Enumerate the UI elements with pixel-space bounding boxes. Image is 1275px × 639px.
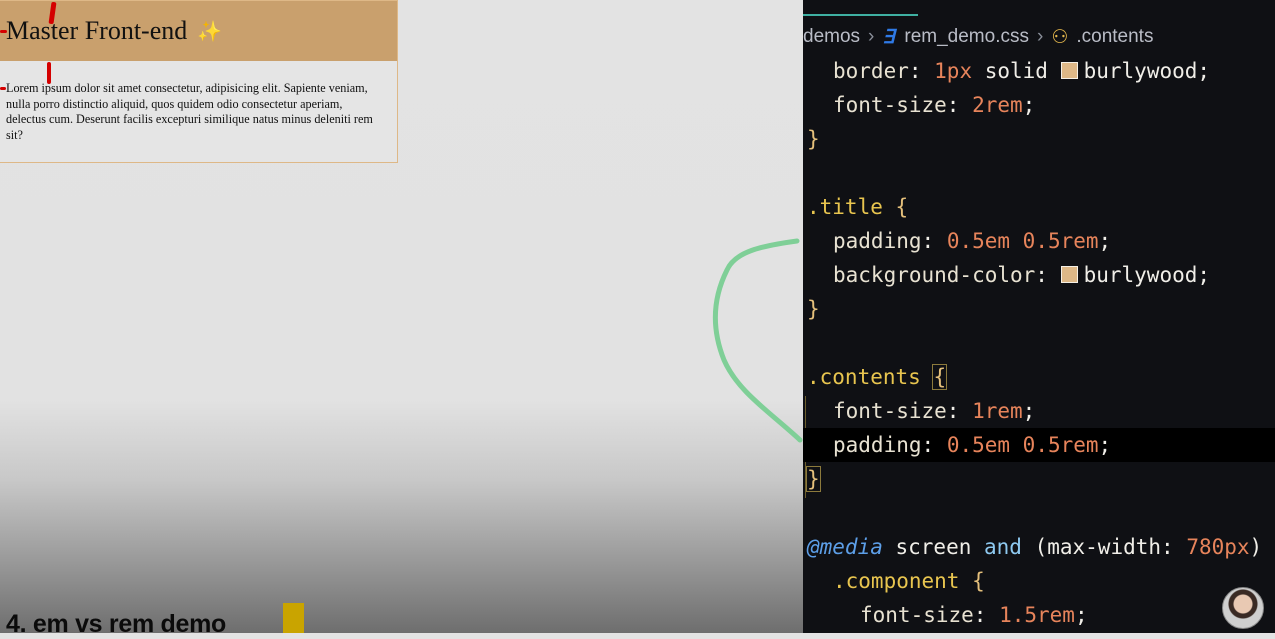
code-line: .contents { [807, 364, 948, 390]
symbol-class-icon: ⚇ [1051, 26, 1069, 48]
title-text: Master Front-end [6, 16, 188, 45]
caption-accent-bar [283, 603, 304, 633]
color-swatch[interactable] [1060, 266, 1078, 283]
breadcrumb-folder[interactable]: demos [803, 26, 860, 48]
sparkle-icon: ✨ [197, 20, 223, 43]
code-area[interactable]: border: 1px solid burlywood; font-size: … [803, 54, 1275, 632]
active-tab-indicator [803, 14, 918, 16]
code-editor[interactable]: demos › ∃ rem_demo.css › ⚇ .contents bor… [803, 0, 1275, 633]
chevron-right-icon: › [1036, 26, 1044, 47]
contents-paragraph: Lorem ipsum dolor sit amet consectetur, … [6, 81, 373, 142]
red-pen-mark [47, 62, 51, 84]
chevron-right-icon: › [868, 26, 875, 47]
code-line: font-size: 1.5rem; [860, 603, 1088, 627]
code-line: font-size: 2rem; [833, 93, 1036, 117]
browser-preview: Master Front-end ✨ Lorem ipsum dolor sit… [0, 0, 803, 638]
breadcrumb: demos › ∃ rem_demo.css › ⚇ .contents [803, 24, 1153, 50]
slide-caption: 4. em vs rem demo [6, 610, 227, 638]
code-line: .title { [807, 195, 909, 219]
red-pen-mark [0, 30, 7, 33]
code-line-current: padding: 0.5em 0.5rem; [803, 428, 1275, 462]
code-line: } [803, 462, 1275, 496]
code-line: border: 1px solid burlywood; [833, 59, 1211, 83]
code-line: } [807, 297, 820, 321]
component-card: Master Front-end ✨ Lorem ipsum dolor sit… [0, 0, 398, 163]
color-swatch[interactable] [1060, 62, 1078, 79]
code-line: .component { [833, 569, 985, 593]
css-icon: ∃ [882, 26, 895, 48]
code-line: padding: 0.5em 0.5rem; [833, 229, 1112, 253]
code-line: } [807, 127, 820, 151]
matched-brace: } [806, 466, 821, 492]
code-line: background-color: burlywood; [833, 263, 1211, 287]
matched-brace: { [932, 364, 948, 390]
presenter-avatar [1222, 587, 1264, 629]
breadcrumb-file[interactable]: rem_demo.css [904, 26, 1029, 48]
code-line: font-size: 1rem; [833, 399, 1036, 423]
breadcrumb-symbol[interactable]: .contents [1076, 26, 1153, 48]
title-bar: Master Front-end ✨ [0, 1, 397, 61]
code-line: @media screen and (max-width: 780px) { [807, 535, 1275, 559]
red-pen-mark [0, 87, 6, 90]
